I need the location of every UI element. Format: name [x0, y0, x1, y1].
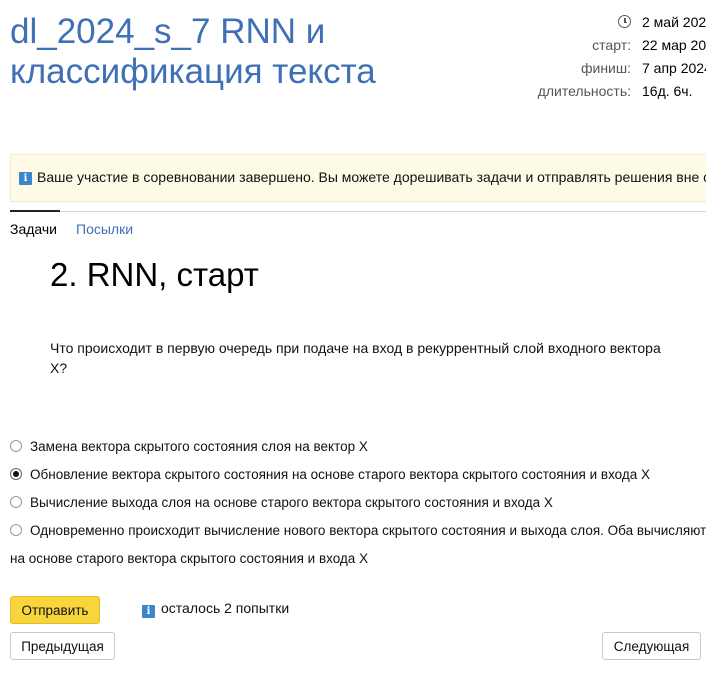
radio-button[interactable] [10, 440, 22, 452]
meta-start-label: старт: [592, 37, 631, 53]
question-text: Что происходит в первую очередь при пода… [50, 338, 670, 378]
meta-start-value: 22 мар 2024 [642, 37, 706, 53]
meta-start-row: старт: 22 мар 2024 [520, 35, 706, 58]
radio-button-selected[interactable] [10, 468, 22, 480]
meta-duration-label: длительность: [537, 83, 631, 99]
question-line-2: X? [50, 360, 68, 376]
tabs-divider [10, 211, 706, 212]
meta-finish-row: финиш: 7 апр 2024 [520, 58, 706, 81]
problem-title: 2. RNN, старт [50, 256, 259, 293]
meta-duration-value: 16д. 6ч. [642, 83, 693, 99]
meta-current-time-row: 2 май 2024 [520, 12, 706, 35]
radio-button[interactable] [10, 524, 22, 536]
clock-icon [618, 15, 631, 28]
option-label: Вычисление выхода слоя на основе старого… [30, 495, 553, 510]
attempts-text: осталось 2 попытки [161, 600, 290, 616]
meta-finish-value: 7 апр 2024 [642, 60, 706, 76]
contest-title: dl_2024_s_7 RNN и классификация текста [10, 12, 376, 91]
meta-finish-label: финиш: [580, 60, 631, 76]
option-label: Одновременно происходит вычисление новог… [30, 523, 706, 538]
participation-notice: i Ваше участие в соревновании завершено.… [10, 154, 706, 202]
attempts-remaining: i осталось 2 попытки [142, 600, 289, 618]
option-label: Замена вектора скрытого состояния слоя н… [30, 439, 368, 454]
submit-button[interactable]: Отправить [10, 596, 100, 624]
contest-meta: 2 май 2024 старт: 22 мар 2024 финиш: 7 а… [520, 12, 706, 104]
tab-tasks[interactable]: Задачи [10, 221, 57, 237]
option-label: Обновление вектора скрытого состояния на… [30, 467, 651, 482]
info-icon: i [19, 172, 32, 185]
tab-submissions[interactable]: Посылки [76, 221, 133, 237]
radio-button[interactable] [10, 496, 22, 508]
notice-text: Ваше участие в соревновании завершено. В… [37, 169, 706, 185]
meta-current-time: 2 май 2024 [642, 14, 706, 30]
previous-button[interactable]: Предыдущая [10, 632, 115, 660]
option-label-continuation: на основе старого вектора скрытого состо… [10, 551, 369, 566]
question-line-1: Что происходит в первую очередь при пода… [50, 340, 661, 356]
meta-duration-row: длительность: 16д. 6ч. [520, 81, 706, 104]
next-button[interactable]: Следующая [602, 632, 701, 660]
info-icon: i [142, 605, 155, 618]
tab-active-indicator [10, 210, 60, 212]
